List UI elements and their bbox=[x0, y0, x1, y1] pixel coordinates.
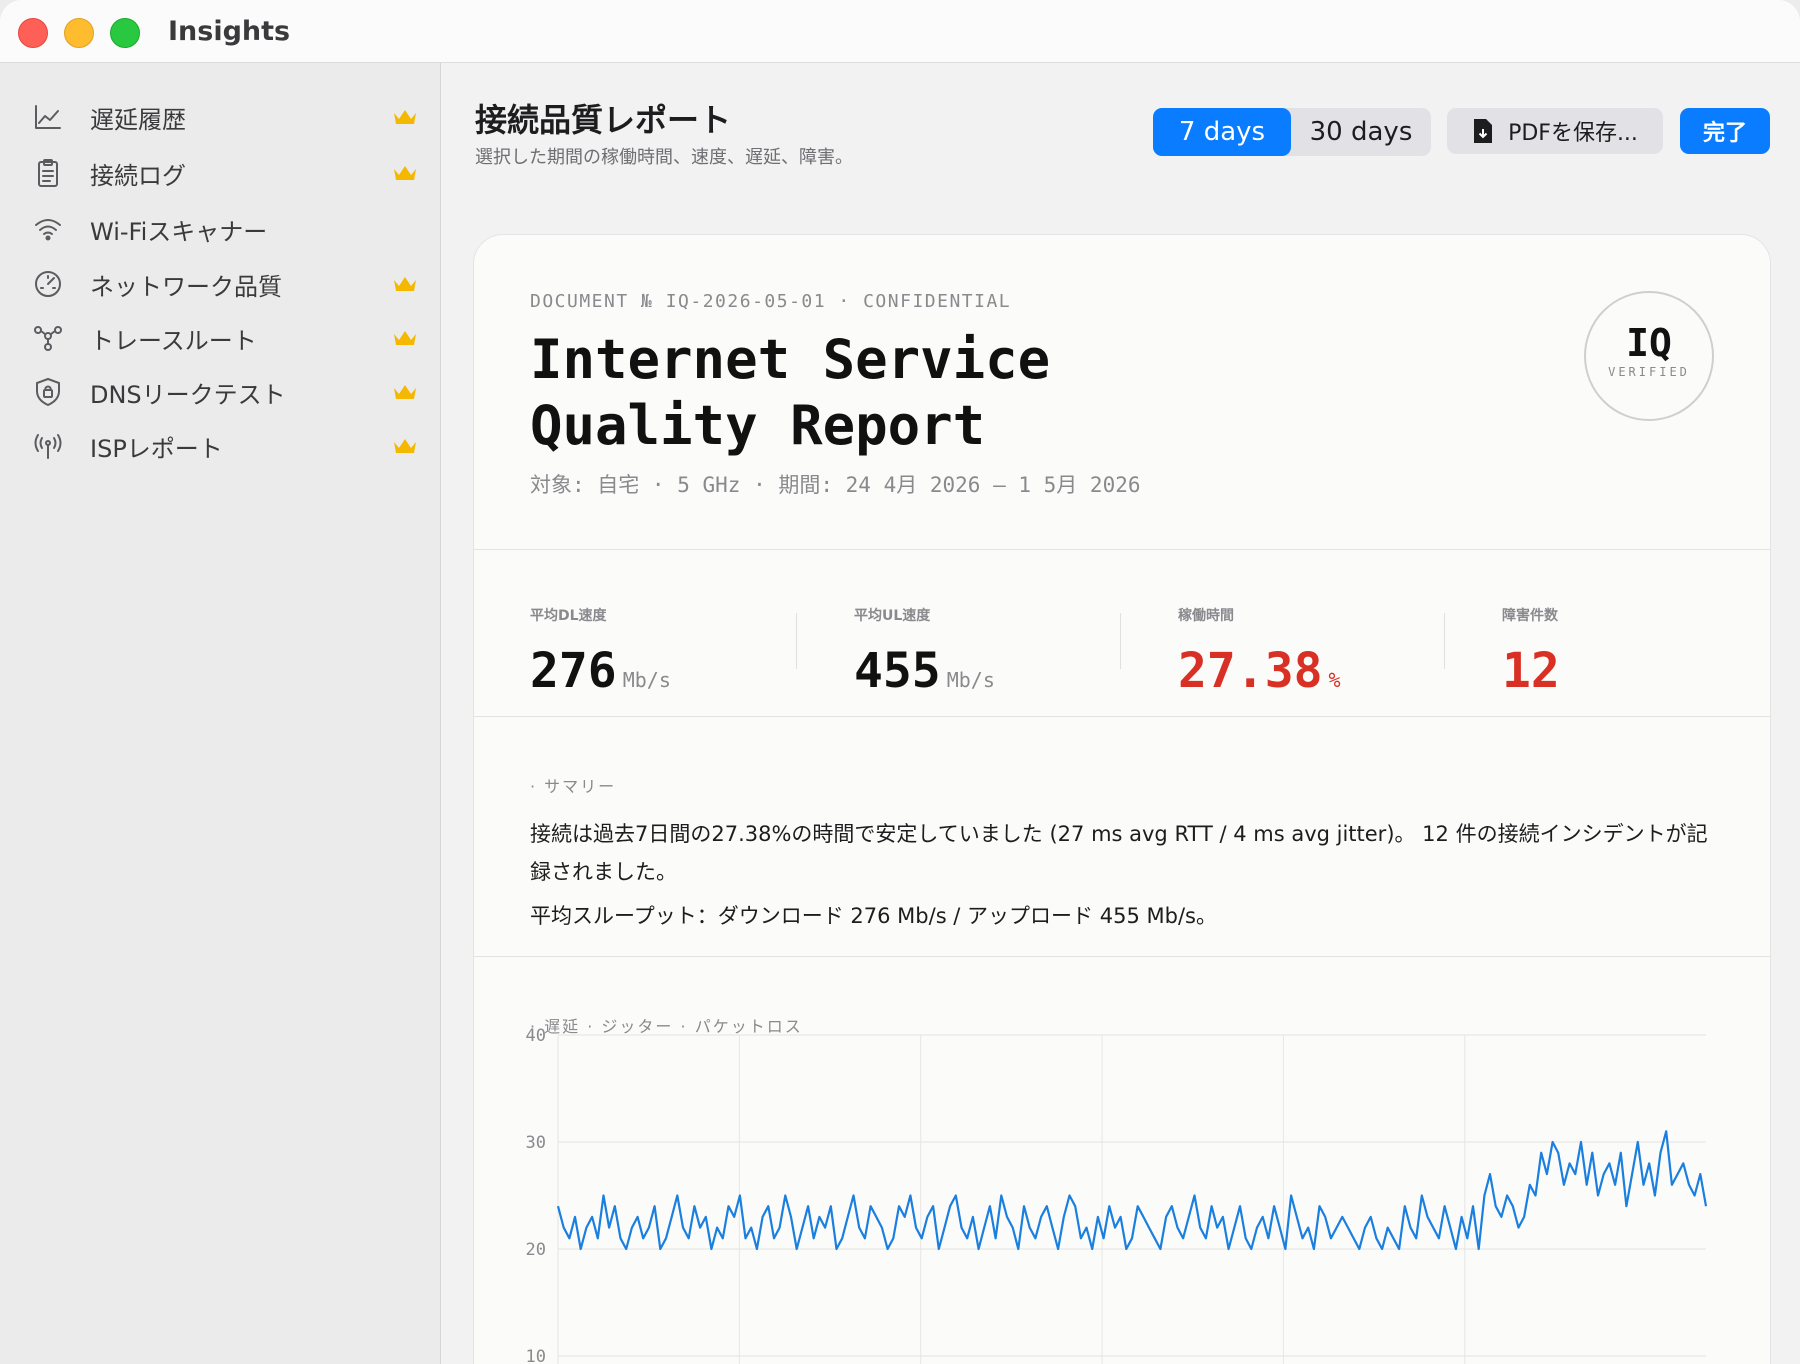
sidebar-item-connection-log[interactable]: 接続ログ bbox=[28, 148, 418, 198]
stat-value: 12 bbox=[1502, 643, 1560, 699]
stat-value: 27.38% bbox=[1178, 643, 1341, 699]
done-button[interactable]: 完了 bbox=[1680, 108, 1770, 154]
sidebar-item-traceroute[interactable]: トレースルート bbox=[28, 313, 418, 363]
verified-seal: IQ VERIFIED bbox=[1584, 291, 1714, 421]
crown-icon bbox=[394, 331, 416, 345]
document-number: DOCUMENT № IQ-2026-05-01 · CONFIDENTIAL bbox=[530, 291, 1012, 312]
seal-sub-text: VERIFIED bbox=[1608, 365, 1690, 379]
stat-incidents: 障害件数 12 bbox=[1502, 605, 1762, 699]
range-30-days-button[interactable]: 30 days bbox=[1291, 108, 1431, 156]
document-download-icon bbox=[1474, 119, 1493, 143]
clipboard-icon bbox=[28, 153, 68, 193]
crown-icon bbox=[394, 110, 416, 124]
chart-y-tick-label: 30 bbox=[526, 1133, 546, 1153]
latency-chart: 10 20 30 40 bbox=[526, 1026, 1708, 1364]
divider bbox=[474, 549, 1770, 550]
chart-y-tick-label: 20 bbox=[526, 1240, 546, 1260]
save-pdf-label: PDFを保存... bbox=[1508, 121, 1638, 146]
range-7-days-button[interactable]: 7 days bbox=[1153, 108, 1291, 156]
stat-value: 455 Mb/s bbox=[854, 643, 995, 699]
page-subtitle: 選択した期間の稼働時間、速度、遅延、障害。 bbox=[475, 147, 853, 168]
report-title-line2: Quality Report bbox=[530, 394, 986, 457]
crown-icon bbox=[394, 166, 416, 180]
stat-value: 276 Mb/s bbox=[530, 643, 671, 699]
main-content: 接続品質レポート 選択した期間の稼働時間、速度、遅延、障害。 7 days 30… bbox=[441, 63, 1800, 1364]
sidebar-item-label: DNSリークテスト bbox=[90, 380, 286, 409]
chart-y-tick-label: 40 bbox=[526, 1026, 546, 1046]
report-meta: 対象: 自宅 · 5 GHz · 期間: 24 4月 2026 — 1 5月 2… bbox=[530, 473, 1141, 497]
seal-main-text: IQ bbox=[1626, 321, 1672, 365]
range-segmented-control: 7 days 30 days bbox=[1153, 108, 1431, 156]
summary-text: 接続は過去7日間の27.38%の時間で安定していました (27 ms avg R… bbox=[530, 815, 1720, 941]
chart-y-tick-label: 10 bbox=[526, 1347, 546, 1364]
sidebar-item-dns-leak-test[interactable]: DNSリークテスト bbox=[28, 367, 418, 417]
sidebar-item-wifi-scanner[interactable]: Wi-Fiスキャナー bbox=[28, 204, 418, 254]
summary-section-label: · サマリー bbox=[530, 777, 617, 796]
antenna-icon bbox=[28, 426, 68, 466]
page-title: 接続品質レポート bbox=[475, 101, 732, 139]
stat-label: 平均UL速度 bbox=[854, 608, 931, 624]
sidebar-item-label: トレースルート bbox=[90, 326, 257, 355]
sidebar-item-network-quality[interactable]: ネットワーク品質 bbox=[28, 259, 418, 309]
app-window: Insights 遅延履歴 接続ログ Wi-Fiスキャナー ネットワーク品質 ト… bbox=[0, 0, 1800, 1364]
stat-label: 平均DL速度 bbox=[530, 608, 607, 624]
stat-separator bbox=[796, 613, 797, 669]
close-window-button[interactable] bbox=[18, 18, 48, 48]
sidebar-item-latency-history[interactable]: 遅延履歴 bbox=[28, 92, 418, 142]
summary-line: 接続は過去7日間の27.38%の時間で安定していました (27 ms avg R… bbox=[530, 822, 1708, 884]
divider bbox=[474, 956, 1770, 957]
crown-icon bbox=[394, 385, 416, 399]
save-pdf-button[interactable]: PDFを保存... bbox=[1447, 108, 1663, 154]
report-title: Internet Service Quality Report bbox=[530, 327, 1050, 459]
summary-line: 平均スループット：ダウンロード 276 Mb/s / アップロード 455 Mb… bbox=[530, 904, 1217, 928]
shield-lock-icon bbox=[28, 372, 68, 412]
sidebar-item-label: ネットワーク品質 bbox=[90, 272, 282, 301]
sidebar-item-label: Wi-Fiスキャナー bbox=[90, 217, 268, 246]
app-title: Insights bbox=[168, 16, 291, 47]
crown-icon bbox=[394, 439, 416, 453]
divider bbox=[474, 716, 1770, 717]
report-document: DOCUMENT № IQ-2026-05-01 · CONFIDENTIAL … bbox=[473, 234, 1771, 1364]
report-title-line1: Internet Service bbox=[530, 328, 1051, 391]
stat-avg-upload: 平均UL速度 455 Mb/s bbox=[854, 605, 1114, 699]
gauge-icon bbox=[28, 264, 68, 304]
crown-icon bbox=[394, 277, 416, 291]
stat-label: 障害件数 bbox=[1502, 608, 1558, 624]
title-bar: Insights bbox=[0, 0, 1800, 63]
sidebar-item-label: ISPレポート bbox=[90, 434, 223, 463]
stat-avg-download: 平均DL速度 276 Mb/s bbox=[530, 605, 790, 699]
zoom-window-button[interactable] bbox=[110, 18, 140, 48]
minimize-window-button[interactable] bbox=[64, 18, 94, 48]
route-nodes-icon bbox=[28, 318, 68, 358]
stat-separator bbox=[1444, 613, 1445, 669]
stat-separator bbox=[1120, 613, 1121, 669]
stat-label: 稼働時間 bbox=[1178, 608, 1234, 624]
chart-series-latency-line bbox=[556, 1130, 1708, 1251]
line-chart-icon bbox=[28, 97, 68, 137]
sidebar: 遅延履歴 接続ログ Wi-Fiスキャナー ネットワーク品質 トレースルート DN… bbox=[0, 63, 441, 1364]
sidebar-item-label: 遅延履歴 bbox=[90, 105, 186, 134]
stat-uptime: 稼働時間 27.38% bbox=[1178, 605, 1438, 699]
sidebar-item-isp-report[interactable]: ISPレポート bbox=[28, 421, 418, 471]
sidebar-item-label: 接続ログ bbox=[90, 161, 186, 190]
wifi-icon bbox=[28, 209, 68, 249]
